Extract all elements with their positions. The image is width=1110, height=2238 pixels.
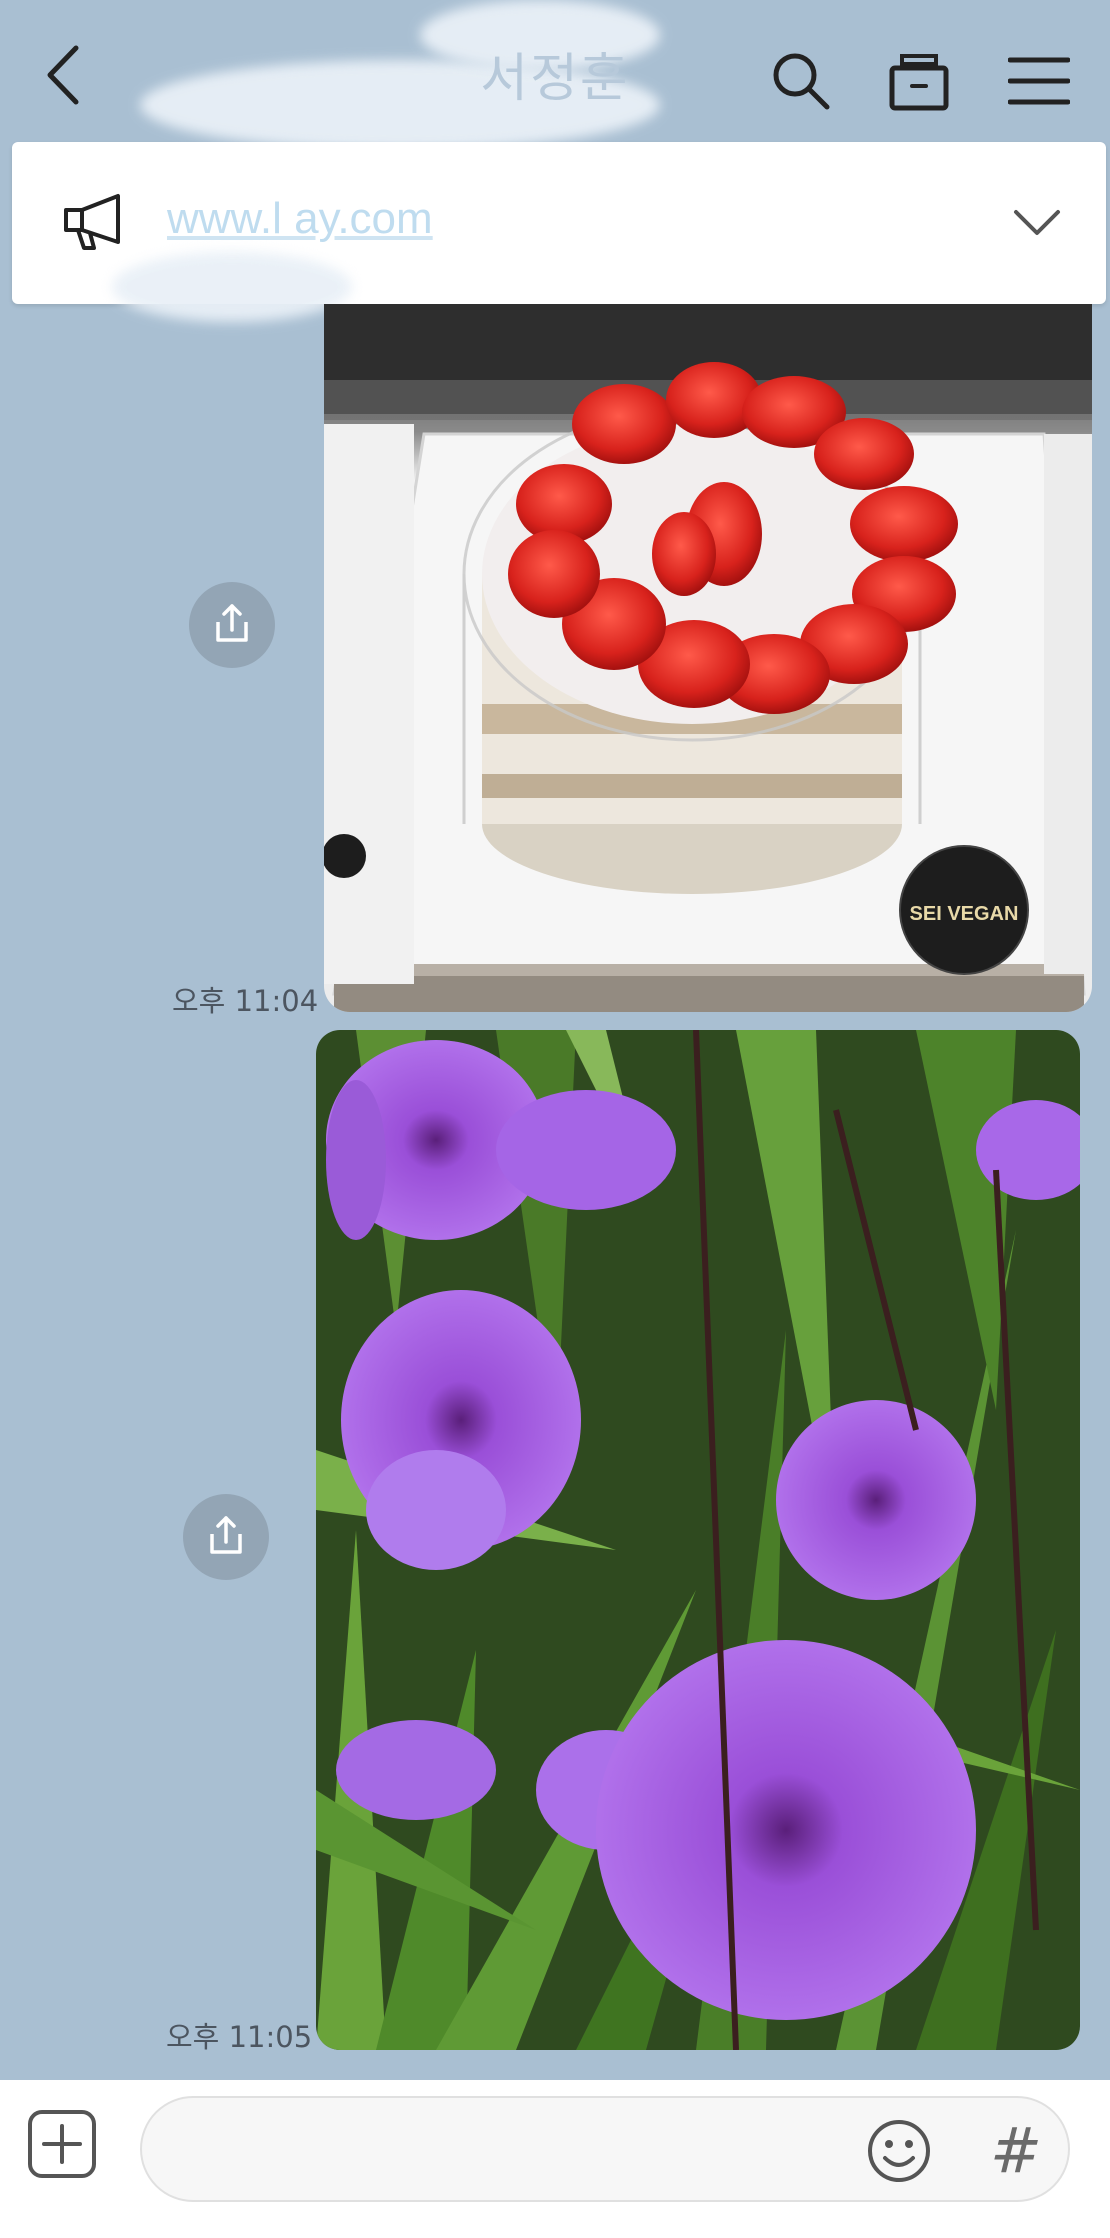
- sticker-brand: SEI VEGAN: [910, 903, 1019, 925]
- plus-square-icon[interactable]: [26, 2108, 98, 2180]
- notice-link[interactable]: www.l ay.com: [167, 194, 433, 244]
- message-composer: #: [0, 2080, 1110, 2238]
- share-button[interactable]: [183, 1494, 269, 1580]
- share-upload-icon: [210, 1516, 242, 1554]
- emoji-smile-icon[interactable]: [866, 2118, 932, 2184]
- message-input[interactable]: [140, 2096, 1070, 2202]
- back-button[interactable]: [40, 40, 90, 110]
- search-icon: [773, 53, 830, 110]
- photo-message-cake[interactable]: SEI VEGAN: [324, 304, 1092, 1012]
- archive-button[interactable]: [888, 52, 950, 112]
- hamburger-menu-icon: [1007, 57, 1071, 105]
- share-upload-icon: [216, 604, 248, 642]
- notice-banner[interactable]: www.l ay.com: [12, 142, 1106, 322]
- menu-button[interactable]: [1007, 56, 1071, 106]
- share-button[interactable]: [189, 582, 275, 668]
- chevron-down-icon[interactable]: [1012, 208, 1062, 238]
- message-timestamp: 오후 11:04: [172, 984, 319, 1018]
- archive-box-icon: [889, 54, 949, 111]
- chevron-left-icon: [47, 45, 79, 105]
- megaphone-icon: [64, 194, 120, 250]
- chat-header: 서정훈: [0, 0, 1110, 150]
- cake-photo: SEI VEGAN: [324, 304, 1092, 1012]
- photo-message-flowers[interactable]: [316, 1030, 1080, 2050]
- search-button[interactable]: [770, 50, 832, 112]
- message-timestamp: 오후 11:05: [166, 2020, 313, 2054]
- flowers-photo: [316, 1030, 1080, 2050]
- blur-overlay: [112, 252, 352, 322]
- hashtag-button[interactable]: #: [990, 2114, 1042, 2187]
